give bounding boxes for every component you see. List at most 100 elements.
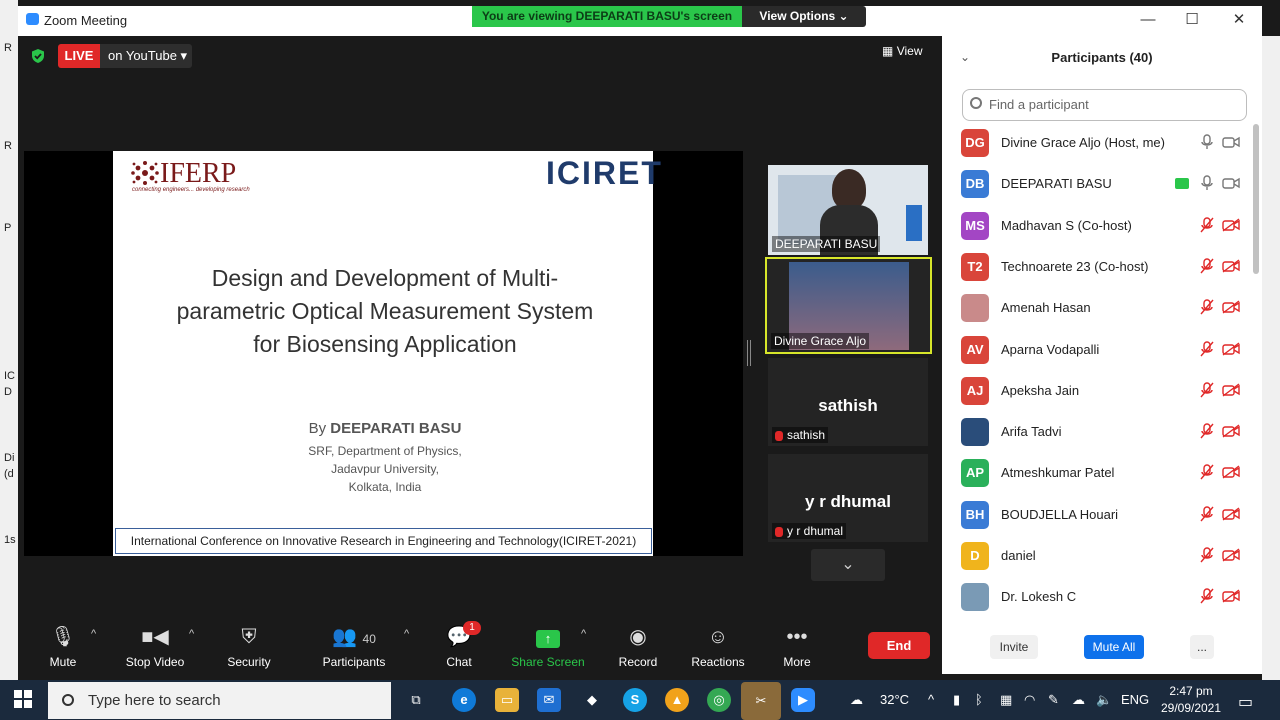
view-label: View [896, 44, 923, 58]
live-platform-dropdown[interactable]: on YouTube ▾ [100, 44, 192, 68]
participant-row[interactable]: BH BOUDJELLA Houari [942, 496, 1252, 537]
wifi-icon[interactable]: ◠ [1024, 692, 1035, 708]
microphone-icon[interactable] [1200, 175, 1214, 191]
video-off-icon[interactable] [1222, 507, 1240, 521]
tray-overflow-chevron-icon[interactable]: ^ [928, 692, 934, 707]
network-icon[interactable]: ▦ [1000, 692, 1012, 708]
more-button[interactable]: ••• More [752, 625, 842, 669]
muted-microphone-icon[interactable] [1200, 547, 1214, 563]
panel-more-button[interactable]: ... [1190, 635, 1214, 659]
stop-video-button[interactable]: ■◀ Stop Video [110, 625, 200, 669]
usb-device-icon[interactable]: ▮ [953, 692, 960, 708]
muted-microphone-icon[interactable] [1200, 464, 1214, 480]
zoom-taskbar-icon[interactable]: ▶ [791, 688, 815, 712]
muted-microphone-icon[interactable] [1200, 340, 1214, 357]
share-options-caret-icon[interactable]: ^ [581, 628, 586, 640]
video-camera-icon[interactable] [1222, 176, 1240, 190]
game-app-icon[interactable]: ✂ [741, 682, 781, 720]
end-meeting-button[interactable]: End [868, 632, 930, 659]
mute-all-button[interactable]: Mute All [1084, 635, 1144, 659]
participant-row[interactable]: AP Atmeshkumar Patel [942, 454, 1252, 495]
dropbox-icon[interactable]: ◆ [580, 688, 604, 712]
gallery-scroll-down-button[interactable]: ⌄ [811, 549, 885, 581]
chrome-icon[interactable]: ◎ [707, 688, 731, 712]
encryption-shield-icon[interactable] [30, 48, 46, 64]
video-options-caret-icon[interactable]: ^ [189, 628, 194, 640]
participant-row[interactable]: Dr. Lokesh C [942, 578, 1252, 619]
video-off-icon[interactable] [1222, 465, 1240, 479]
video-tile[interactable]: DEEPARATI BASU [768, 165, 928, 255]
participant-row[interactable]: T2 Technoarete 23 (Co-host) [942, 248, 1252, 289]
participant-row[interactable]: Amenah Hasan [942, 289, 1252, 330]
notifications-icon[interactable]: ▭ [1238, 692, 1253, 712]
file-explorer-icon[interactable]: ▭ [495, 688, 519, 712]
close-button[interactable]: ✕ [1225, 10, 1253, 30]
bluetooth-icon[interactable]: ᛒ [975, 692, 983, 707]
vlc-icon[interactable]: ▲ [665, 688, 689, 712]
participant-row[interactable]: MS Madhavan S (Co-host) [942, 207, 1252, 248]
video-off-icon[interactable] [1222, 259, 1240, 273]
cloud-sync-icon[interactable]: ☁ [1072, 692, 1085, 708]
participant-row[interactable]: AV Aparna Vodapalli [942, 331, 1252, 372]
video-off-icon[interactable] [1222, 383, 1240, 397]
video-off-icon[interactable] [1222, 424, 1240, 438]
share-screen-label: Share Screen [511, 655, 585, 669]
video-off-icon[interactable] [1222, 548, 1240, 562]
skype-icon[interactable]: S [623, 688, 647, 712]
slide-footer: International Conference on Innovative R… [115, 528, 652, 554]
participants-caret-icon[interactable]: ^ [404, 628, 409, 640]
maximize-button[interactable]: ☐ [1178, 10, 1206, 30]
record-button[interactable]: ◉ Record [593, 625, 683, 669]
muted-microphone-icon[interactable] [1200, 299, 1214, 315]
windows-start-icon[interactable] [14, 690, 32, 708]
invite-button[interactable]: Invite [990, 635, 1038, 659]
share-screen-button[interactable]: ↑ Share Screen [503, 625, 593, 669]
video-off-icon[interactable] [1222, 589, 1240, 603]
resize-handle[interactable] [747, 340, 751, 366]
find-participant-input[interactable]: Find a participant [962, 89, 1247, 121]
live-badge[interactable]: LIVE [58, 44, 100, 68]
participant-status-icons [1200, 421, 1240, 441]
muted-microphone-icon[interactable] [1200, 588, 1214, 604]
participants-scrollbar[interactable] [1253, 124, 1259, 274]
video-off-icon[interactable] [1222, 218, 1240, 232]
participant-row[interactable]: Arifa Tadvi [942, 413, 1252, 454]
participant-row[interactable]: DG Divine Grace Aljo (Host, me) [942, 124, 1252, 165]
reactions-label: Reactions [691, 655, 745, 669]
muted-microphone-icon[interactable] [1200, 258, 1214, 274]
edge-browser-icon[interactable]: e [452, 688, 476, 712]
clock-time: 2:47 pm [1169, 684, 1213, 698]
input-language[interactable]: ENG [1121, 692, 1149, 707]
video-off-icon[interactable] [1222, 300, 1240, 314]
muted-microphone-icon[interactable] [1200, 505, 1214, 522]
name-tile[interactable]: y r dhumal y r dhumal [768, 454, 928, 542]
muted-microphone-icon[interactable] [1200, 216, 1214, 233]
participant-status-icons [1200, 462, 1240, 482]
video-camera-icon[interactable] [1222, 135, 1240, 149]
pen-icon[interactable]: ✎ [1048, 692, 1059, 708]
view-layout-button[interactable]: ▦ View [882, 44, 932, 62]
security-button[interactable]: ⛨ Security [204, 625, 294, 669]
minimize-button[interactable]: — [1134, 10, 1162, 30]
participant-status-icons [1200, 297, 1240, 317]
active-speaker-tile[interactable]: Divine Grace Aljo [765, 257, 932, 354]
volume-icon[interactable]: 🔈 [1096, 692, 1112, 708]
reactions-button[interactable]: ☺ Reactions [673, 625, 763, 669]
participant-row[interactable]: AJ Apeksha Jain [942, 372, 1252, 413]
audio-options-caret-icon[interactable]: ^ [91, 628, 96, 640]
taskbar-clock[interactable]: 2:47 pm 29/09/2021 [1158, 683, 1224, 717]
microphone-icon[interactable] [1200, 134, 1214, 150]
video-off-icon[interactable] [1222, 341, 1240, 356]
mail-icon[interactable]: ✉ [537, 688, 561, 712]
participants-button[interactable]: 👥 40 Participants [309, 625, 399, 669]
view-options-button[interactable]: View Options ⌄ [742, 6, 866, 27]
task-view-icon[interactable]: ⧉ [404, 688, 428, 712]
muted-microphone-icon[interactable] [1200, 382, 1214, 398]
taskbar-search-box[interactable]: Type here to search [48, 682, 391, 719]
participant-row[interactable]: DB DEEPARATI BASU [942, 165, 1252, 206]
weather-temperature[interactable]: 32°C [880, 692, 909, 707]
name-tile[interactable]: sathish sathish [768, 358, 928, 446]
muted-microphone-icon[interactable] [1200, 423, 1214, 439]
chat-button[interactable]: 💬 Chat [414, 625, 504, 669]
participant-row[interactable]: Ddaniel [942, 537, 1252, 578]
